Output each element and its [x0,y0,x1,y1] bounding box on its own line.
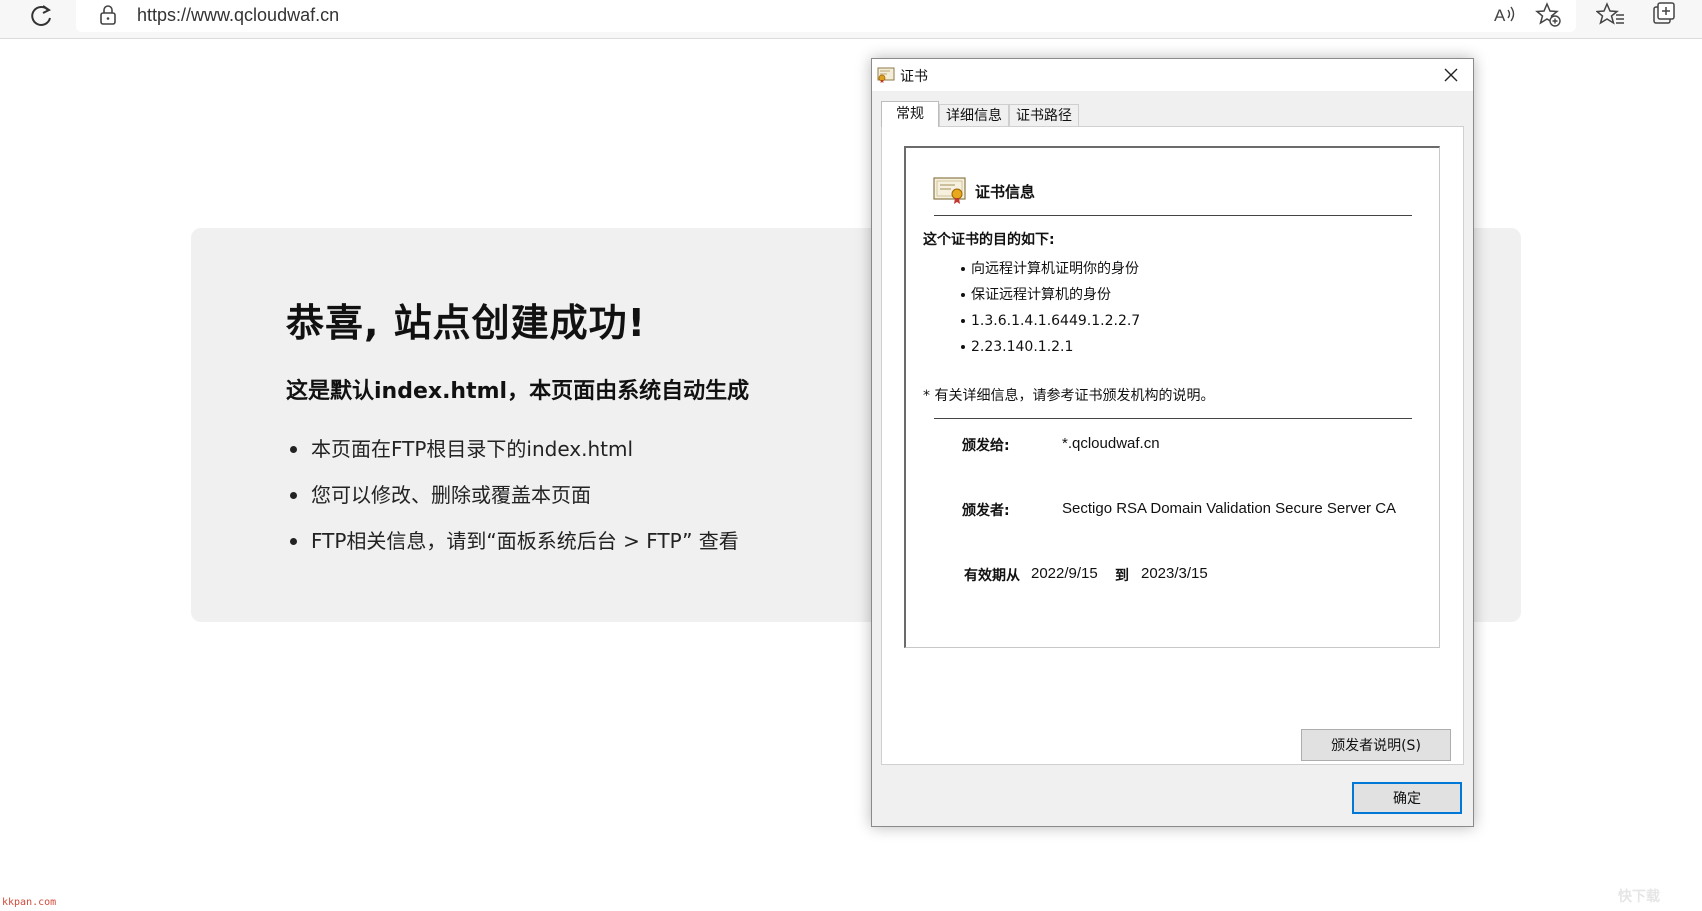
watermark-right: 快下载 [1618,889,1660,905]
list-item: 您可以修改、删除或覆盖本页面 [286,482,739,528]
issued-by-value: Sectigo RSA Domain Validation Secure Ser… [1062,500,1397,517]
close-button[interactable] [1429,59,1473,91]
list-item: 保证远程计算机的身份 [960,285,1140,311]
divider [934,418,1412,419]
valid-to-label: 到 [1115,568,1129,584]
info-title: 证书信息 [975,183,1036,201]
purpose-heading: 这个证书的目的如下: [923,232,1055,248]
issuer-statement-button[interactable]: 颁发者说明(S) [1301,729,1451,761]
certificate-icon [877,67,895,83]
add-favorite-icon[interactable] [1534,1,1564,29]
issued-to-value: *.qcloudwaf.cn [1062,435,1160,452]
read-aloud-icon[interactable]: A [1490,1,1520,29]
tab-general[interactable]: 常规 [881,101,939,127]
purpose-list: 向远程计算机证明你的身份 保证远程计算机的身份 1.3.6.1.4.1.6449… [960,259,1140,363]
lock-icon[interactable] [96,3,120,27]
valid-from-label: 有效期从 [964,568,1020,584]
list-item: 本页面在FTP根目录下的index.html [286,436,739,482]
valid-from-value: 2022/9/15 [1031,565,1098,582]
url-text[interactable]: https://www.qcloudwaf.cn [137,3,339,27]
list-item: 向远程计算机证明你的身份 [960,259,1140,285]
close-icon[interactable] [1429,59,1473,91]
divider [934,215,1412,216]
browser-toolbar: https://www.qcloudwaf.cn A [0,0,1702,39]
tab-certification-path[interactable]: 证书路径 [1009,104,1079,126]
dialog-title: 证书 [900,69,928,85]
page-headline: 恭喜, 站点创建成功! [286,301,646,345]
list-item: 1.3.6.1.4.1.6449.1.2.2.7 [960,311,1140,337]
list-item: FTP相关信息，请到“面板系统后台 > FTP” 查看 [286,528,739,574]
reload-icon[interactable] [26,2,56,30]
info-list: 本页面在FTP根目录下的index.html 您可以修改、删除或覆盖本页面 FT… [286,436,739,574]
issued-to-label: 颁发给: [962,438,1010,454]
issued-by-label: 颁发者: [962,503,1010,519]
valid-to-value: 2023/3/15 [1141,565,1208,582]
ok-button[interactable]: 确定 [1352,782,1462,814]
details-note: * 有关详细信息，请参考证书颁发机构的说明。 [923,388,1215,404]
tab-details[interactable]: 详细信息 [939,104,1009,126]
page-subheadline: 这是默认index.html，本页面由系统自动生成 [286,379,750,404]
certificate-icon [933,176,967,204]
favorites-icon[interactable] [1595,1,1626,29]
list-item: 2.23.140.1.2.1 [960,337,1140,363]
certificate-info-box: 证书信息 这个证书的目的如下: 向远程计算机证明你的身份 保证远程计算机的身份 … [904,146,1440,648]
watermark-left: kkpan.com [2,897,57,908]
collections-icon[interactable] [1650,1,1680,29]
certificate-dialog: 证书 常规 详细信息 证书路径 证书信息 这个证书的目的如下: 向远程计算机证明… [871,58,1474,827]
dialog-titlebar[interactable]: 证书 [872,59,1473,91]
svg-text:A: A [1494,6,1506,25]
tab-page-general: 证书信息 这个证书的目的如下: 向远程计算机证明你的身份 保证远程计算机的身份 … [881,126,1464,765]
